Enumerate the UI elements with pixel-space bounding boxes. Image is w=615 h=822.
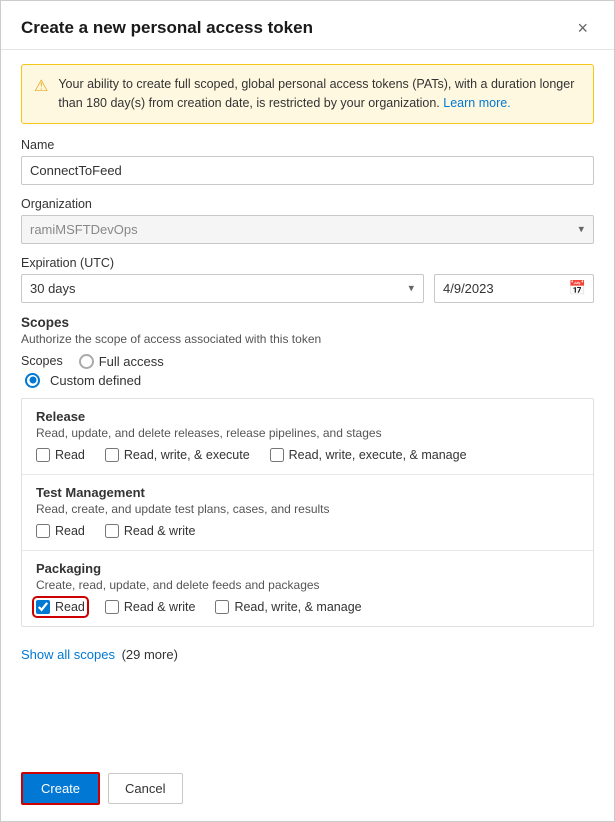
show-all-scopes-row: Show all scopes (29 more) <box>21 637 594 676</box>
date-input-wrapper: 📅 <box>434 274 594 303</box>
expiration-section: Expiration (UTC) 30 days 7 days 90 days … <box>21 256 594 303</box>
testmgmt-title: Test Management <box>36 485 579 500</box>
custom-defined-radio[interactable] <box>25 373 40 388</box>
expiration-row: 30 days 7 days 90 days 180 days 1 year C… <box>21 274 594 303</box>
org-select[interactable]: ramiMSFTDevOps <box>21 215 594 244</box>
expiration-label: Expiration (UTC) <box>21 256 594 270</box>
org-label: Organization <box>21 197 594 211</box>
expiration-select-wrapper: 30 days 7 days 90 days 180 days 1 year C… <box>21 274 424 303</box>
org-section: Organization ramiMSFTDevOps ▾ <box>21 197 594 244</box>
date-input[interactable] <box>434 274 594 303</box>
name-input[interactable] <box>21 156 594 185</box>
release-readwriteexecutemanage-label[interactable]: Read, write, execute, & manage <box>270 448 467 462</box>
scopes-section: Scopes Authorize the scope of access ass… <box>21 315 594 627</box>
full-access-radio-label[interactable]: Full access <box>79 354 164 369</box>
packaging-read-checkbox[interactable] <box>36 600 50 614</box>
org-select-wrapper: ramiMSFTDevOps ▾ <box>21 215 594 244</box>
testmgmt-read-checkbox[interactable] <box>36 524 50 538</box>
warning-text: Your ability to create full scoped, glob… <box>58 75 581 113</box>
release-scope-group: Release Read, update, and delete release… <box>22 399 593 475</box>
packaging-checkbox-row: Read Read & write Read, write, & manage <box>36 600 579 614</box>
scopes-description: Authorize the scope of access associated… <box>21 332 594 346</box>
scopes-label: Scopes <box>21 354 63 368</box>
cancel-button[interactable]: Cancel <box>108 773 182 804</box>
packaging-desc: Create, read, update, and delete feeds a… <box>36 578 579 592</box>
full-access-radio[interactable] <box>79 354 94 369</box>
close-button[interactable]: × <box>571 17 594 39</box>
warning-box: ⚠ Your ability to create full scoped, gl… <box>21 64 594 124</box>
packaging-readwrite-label[interactable]: Read & write <box>105 600 196 614</box>
dialog-body: ⚠ Your ability to create full scoped, gl… <box>1 50 614 762</box>
warning-icon: ⚠ <box>34 76 48 96</box>
release-readwriteexecute-checkbox[interactable] <box>105 448 119 462</box>
custom-defined-label: Custom defined <box>50 373 141 388</box>
testmgmt-desc: Read, create, and update test plans, cas… <box>36 502 579 516</box>
scope-groups-container[interactable]: Release Read, update, and delete release… <box>21 398 594 627</box>
learn-more-link[interactable]: Learn more. <box>443 96 510 110</box>
testmgmt-checkbox-row: Read Read & write <box>36 524 579 538</box>
release-readwriteexecutemanage-checkbox[interactable] <box>270 448 284 462</box>
dialog-title: Create a new personal access token <box>21 18 313 38</box>
name-section: Name <box>21 138 594 185</box>
scopes-title: Scopes <box>21 315 594 330</box>
create-button[interactable]: Create <box>21 772 100 805</box>
release-read-checkbox[interactable] <box>36 448 50 462</box>
packaging-readwritemanage-label[interactable]: Read, write, & manage <box>215 600 361 614</box>
dialog-footer: Create Cancel <box>1 762 614 821</box>
expiration-select[interactable]: 30 days 7 days 90 days 180 days 1 year C… <box>21 274 424 303</box>
release-checkbox-row: Read Read, write, & execute Read, write,… <box>36 448 579 462</box>
testmgmt-read-label[interactable]: Read <box>36 524 85 538</box>
release-readwriteexecute-label[interactable]: Read, write, & execute <box>105 448 250 462</box>
create-pat-dialog: Create a new personal access token × ⚠ Y… <box>0 0 615 822</box>
packaging-readwrite-checkbox[interactable] <box>105 600 119 614</box>
testmgmt-scope-group: Test Management Read, create, and update… <box>22 475 593 551</box>
packaging-read-label[interactable]: Read <box>36 600 85 614</box>
custom-defined-row: Custom defined <box>21 373 594 388</box>
scopes-radio-row: Scopes Full access <box>21 354 594 369</box>
release-desc: Read, update, and delete releases, relea… <box>36 426 579 440</box>
release-read-label[interactable]: Read <box>36 448 85 462</box>
name-label: Name <box>21 138 594 152</box>
packaging-readwritemanage-checkbox[interactable] <box>215 600 229 614</box>
dialog-header: Create a new personal access token × <box>1 1 614 50</box>
packaging-scope-group: Packaging Create, read, update, and dele… <box>22 551 593 626</box>
testmgmt-readwrite-label[interactable]: Read & write <box>105 524 196 538</box>
full-access-label: Full access <box>99 354 164 369</box>
release-title: Release <box>36 409 579 424</box>
show-all-scopes-link[interactable]: Show all scopes (29 more) <box>21 647 178 662</box>
testmgmt-readwrite-checkbox[interactable] <box>105 524 119 538</box>
packaging-title: Packaging <box>36 561 579 576</box>
